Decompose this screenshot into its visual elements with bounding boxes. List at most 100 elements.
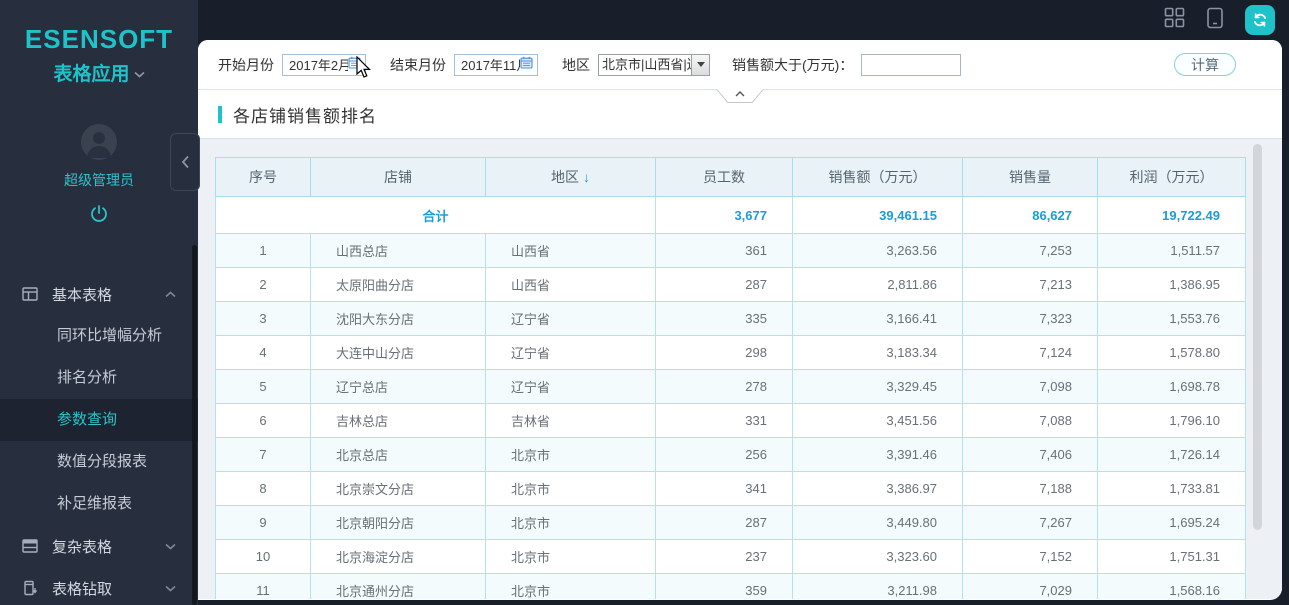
avatar[interactable] bbox=[81, 124, 117, 160]
cell-region: 辽宁省 bbox=[485, 301, 656, 336]
cell-store: 大连中山分店 bbox=[310, 335, 486, 370]
caret-down-icon bbox=[696, 62, 705, 67]
table-row: 1 山西总店 山西省 361 3,263.56 7,253 1,511.57 bbox=[215, 233, 1246, 268]
cell-store: 山西总店 bbox=[310, 233, 486, 268]
sync-icon bbox=[1253, 13, 1267, 27]
cell-region: 北京市 bbox=[485, 539, 656, 574]
chevron-down-icon bbox=[165, 543, 176, 550]
column-header-store[interactable]: 店铺 bbox=[310, 157, 486, 197]
app-logo[interactable]: ESENSOFT 表格应用 bbox=[0, 0, 198, 86]
cell-sales: 3,449.80 bbox=[792, 505, 963, 540]
cell-sales: 3,386.97 bbox=[792, 471, 963, 506]
cell-sales: 3,323.60 bbox=[792, 539, 963, 574]
apps-grid-icon[interactable] bbox=[1164, 7, 1185, 33]
end-month-input[interactable] bbox=[461, 57, 520, 72]
cell-quantity: 7,323 bbox=[962, 301, 1098, 336]
region-selected-value: 北京市|山西省|辽 bbox=[602, 56, 691, 72]
table-row: 7 北京总店 北京市 256 3,391.46 7,406 1,726.14 bbox=[215, 437, 1246, 472]
calendar-icon[interactable] bbox=[520, 56, 533, 74]
cell-store: 沈阳大东分店 bbox=[310, 301, 486, 336]
sidebar-item-ranking-analysis[interactable]: 排名分析 bbox=[0, 357, 198, 399]
sidebar-scrollbar[interactable] bbox=[192, 245, 197, 605]
calendar-icon[interactable] bbox=[348, 56, 361, 74]
cell-store: 北京朝阳分店 bbox=[310, 505, 486, 540]
page-title: 各店铺销售额排名 bbox=[233, 106, 377, 126]
cell-sales: 3,183.34 bbox=[792, 335, 963, 370]
cell-employees: 341 bbox=[655, 471, 793, 506]
cell-quantity: 7,213 bbox=[962, 267, 1098, 302]
logo-subtitle: 表格应用 bbox=[53, 64, 130, 85]
cell-no: 9 bbox=[215, 505, 311, 540]
table-scrollbar[interactable] bbox=[1253, 144, 1262, 530]
cell-employees: 287 bbox=[655, 505, 793, 540]
total-employees: 3,677 bbox=[655, 196, 793, 234]
sidebar-section-basic-tables[interactable]: 基本表格 bbox=[0, 273, 198, 315]
cell-store: 辽宁总店 bbox=[310, 369, 486, 404]
sidebar-menu: 基本表格 同环比增幅分析 排名分析 参数查询 数值分段报表 补足维报表 复杂表格 bbox=[0, 273, 198, 605]
table-row: 6 吉林总店 吉林省 331 3,451.56 7,088 1,796.10 bbox=[215, 403, 1246, 438]
start-month-input[interactable] bbox=[289, 57, 348, 72]
power-icon[interactable] bbox=[89, 204, 109, 229]
cell-profit: 1,578.80 bbox=[1097, 335, 1246, 370]
sidebar-item-parameter-query[interactable]: 参数查询 bbox=[0, 399, 198, 441]
cell-store: 北京崇文分店 bbox=[310, 471, 486, 506]
sidebar-section-complex-tables[interactable]: 复杂表格 bbox=[0, 525, 198, 567]
cell-quantity: 7,406 bbox=[962, 437, 1098, 472]
column-header-sales[interactable]: 销售额（万元） bbox=[792, 157, 963, 197]
start-month-field[interactable] bbox=[282, 53, 366, 76]
cell-region: 北京市 bbox=[485, 505, 656, 540]
sidebar-section-label: 复杂表格 bbox=[52, 538, 113, 556]
sidebar-section-table-drill[interactable]: 表格钻取 bbox=[0, 567, 198, 605]
cell-no: 7 bbox=[215, 437, 311, 472]
sidebar-item-yoy-analysis[interactable]: 同环比增幅分析 bbox=[0, 315, 198, 357]
sidebar-item-complement-dim-report[interactable]: 补足维报表 bbox=[0, 483, 198, 525]
cell-sales: 2,811.86 bbox=[792, 267, 963, 302]
cell-employees: 335 bbox=[655, 301, 793, 336]
region-select[interactable]: 北京市|山西省|辽 bbox=[598, 53, 710, 76]
sort-descending-icon[interactable]: ↓ bbox=[583, 169, 590, 185]
table-row: 11 北京通州分店 北京市 359 3,211.98 7,029 1,568.16 bbox=[215, 573, 1246, 599]
user-name: 超级管理员 bbox=[64, 172, 134, 188]
sidebar-item-numeric-segment-report[interactable]: 数值分段报表 bbox=[0, 441, 198, 483]
calculate-button[interactable]: 计算 bbox=[1174, 53, 1236, 76]
cell-no: 4 bbox=[215, 335, 311, 370]
cell-no: 6 bbox=[215, 403, 311, 438]
column-header-region[interactable]: 地区 ↓ bbox=[485, 157, 656, 197]
cell-profit: 1,733.81 bbox=[1097, 471, 1246, 506]
cell-quantity: 7,098 bbox=[962, 369, 1098, 404]
sidebar-collapse-handle[interactable] bbox=[170, 133, 200, 191]
sales-threshold-label: 销售额大于(万元)： bbox=[732, 56, 854, 73]
cell-no: 2 bbox=[215, 267, 311, 302]
drill-icon bbox=[22, 580, 38, 596]
sales-threshold-field[interactable] bbox=[861, 53, 962, 76]
region-dropdown-button[interactable] bbox=[691, 54, 709, 75]
cell-region: 北京市 bbox=[485, 437, 656, 472]
sales-threshold-input[interactable] bbox=[867, 57, 956, 72]
cell-region: 北京市 bbox=[485, 471, 656, 506]
cell-profit: 1,386.95 bbox=[1097, 267, 1246, 302]
cell-profit: 1,695.24 bbox=[1097, 505, 1246, 540]
device-icon[interactable] bbox=[1205, 7, 1225, 34]
cell-region: 吉林省 bbox=[485, 403, 656, 438]
cell-quantity: 7,029 bbox=[962, 573, 1098, 599]
sync-button[interactable] bbox=[1245, 5, 1275, 35]
table-row: 9 北京朝阳分店 北京市 287 3,449.80 7,267 1,695.24 bbox=[215, 505, 1246, 540]
table-row: 2 太原阳曲分店 山西省 287 2,811.86 7,213 1,386.95 bbox=[215, 267, 1246, 302]
table-row: 8 北京崇文分店 北京市 341 3,386.97 7,188 1,733.81 bbox=[215, 471, 1246, 506]
end-month-field[interactable] bbox=[454, 53, 538, 76]
column-header-quantity[interactable]: 销售量 bbox=[962, 157, 1098, 197]
cell-profit: 1,568.16 bbox=[1097, 573, 1246, 599]
cell-quantity: 7,267 bbox=[962, 505, 1098, 540]
cell-no: 11 bbox=[215, 573, 311, 599]
region-label: 地区 bbox=[562, 56, 590, 73]
cell-quantity: 7,124 bbox=[962, 335, 1098, 370]
table-row: 3 沈阳大东分店 辽宁省 335 3,166.41 7,323 1,553.76 bbox=[215, 301, 1246, 336]
chevron-down-icon bbox=[133, 62, 145, 84]
column-header-profit[interactable]: 利润（万元） bbox=[1097, 157, 1246, 197]
cell-sales: 3,391.46 bbox=[792, 437, 963, 472]
column-header-no[interactable]: 序号 bbox=[215, 157, 311, 197]
cell-employees: 361 bbox=[655, 233, 793, 268]
table-row: 5 辽宁总店 辽宁省 278 3,329.45 7,098 1,698.78 bbox=[215, 369, 1246, 404]
filter-bar: 开始月份 结束月份 地区 北京 bbox=[198, 40, 1282, 90]
column-header-employees[interactable]: 员工数 bbox=[655, 157, 793, 197]
